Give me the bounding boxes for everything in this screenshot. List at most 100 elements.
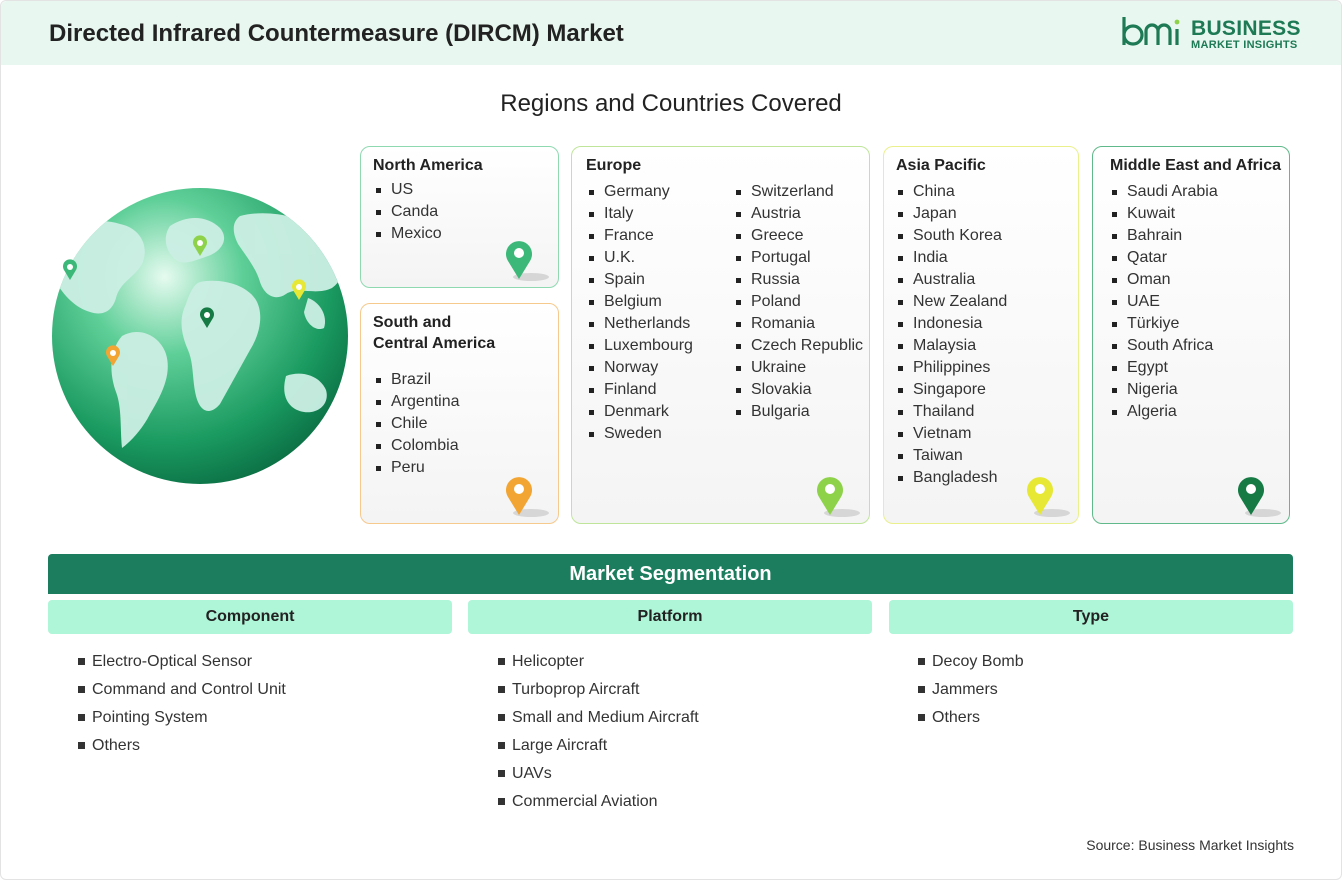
list-item: India (896, 247, 1007, 269)
list-item: Czech Republic (734, 335, 863, 357)
list-item: Poland (734, 291, 863, 313)
map-pin-icon (1027, 477, 1070, 517)
list-item: Slovakia (734, 379, 863, 401)
list-item: U.K. (587, 247, 693, 269)
list-item: Romania (734, 313, 863, 335)
card-title-middle-east-africa: Middle East and Africa (1110, 157, 1281, 174)
list-item: Spain (587, 269, 693, 291)
card-title-line: Central America (373, 335, 496, 352)
list-item: Thailand (896, 401, 1007, 423)
list-item: Algeria (1110, 401, 1218, 423)
list-item: Argentina (374, 391, 460, 413)
list-item: Qatar (1110, 247, 1218, 269)
list-item: Japan (896, 203, 1007, 225)
map-pin-icon (1238, 477, 1281, 517)
list-item: Kuwait (1110, 203, 1218, 225)
segment-heading-platform: Platform (468, 600, 872, 634)
list-item: Others (78, 732, 286, 760)
list-item: Command and Control Unit (78, 676, 286, 704)
list-item: Greece (734, 225, 863, 247)
brand-logo: BUSINESS MARKET INSIGHTS (1121, 15, 1301, 55)
list-item: Türkiye (1110, 313, 1218, 335)
list-item: Indonesia (896, 313, 1007, 335)
list-item: Colombia (374, 435, 460, 457)
list-item: Sweden (587, 423, 693, 445)
list-item: Others (918, 704, 1024, 732)
list-item: Ukraine (734, 357, 863, 379)
regions-title: Regions and Countries Covered (500, 90, 842, 117)
list-item: Russia (734, 269, 863, 291)
globe-illustration (52, 188, 348, 484)
list-item: Vietnam (896, 423, 1007, 445)
list-item: Nigeria (1110, 379, 1218, 401)
list-item: Mexico (374, 223, 442, 245)
list-item: US (374, 179, 442, 201)
card-north-america: North America US Canda Mexico (360, 146, 559, 288)
list-item: France (587, 225, 693, 247)
list-item: Malaysia (896, 335, 1007, 357)
map-pin-icon (506, 477, 549, 517)
card-title-asia-pacific: Asia Pacific (896, 157, 986, 174)
list-north-america: US Canda Mexico (374, 179, 442, 245)
market-segmentation-title: Market Segmentation (48, 554, 1293, 594)
list-item: Canda (374, 201, 442, 223)
segment-heading-type: Type (889, 600, 1293, 634)
list-item: Belgium (587, 291, 693, 313)
list-middle-east-africa: Saudi Arabia Kuwait Bahrain Qatar Oman U… (1110, 181, 1218, 423)
list-item: Chile (374, 413, 460, 435)
list-item: New Zealand (896, 291, 1007, 313)
page-title: Directed Infrared Countermeasure (DIRCM)… (49, 20, 624, 47)
list-item: Oman (1110, 269, 1218, 291)
list-item: Singapore (896, 379, 1007, 401)
segment-list-type: Decoy Bomb Jammers Others (918, 648, 1024, 732)
logo-text-business: BUSINESS (1191, 17, 1301, 40)
list-item: Netherlands (587, 313, 693, 335)
bmi-logo-icon (1122, 17, 1180, 46)
list-item: Switzerland (734, 181, 863, 203)
list-item: Australia (896, 269, 1007, 291)
list-item: Decoy Bomb (918, 648, 1024, 676)
list-item: Small and Medium Aircraft (498, 704, 699, 732)
list-item: China (896, 181, 1007, 203)
list-item: UAE (1110, 291, 1218, 313)
map-pin-icon (817, 477, 860, 517)
list-item: Bahrain (1110, 225, 1218, 247)
list-south-central-america: Brazil Argentina Chile Colombia Peru (374, 369, 460, 479)
logo-text-market-insights: MARKET INSIGHTS (1191, 39, 1298, 51)
list-item: Jammers (918, 676, 1024, 704)
list-item: Italy (587, 203, 693, 225)
list-item: Denmark (587, 401, 693, 423)
segment-heading-component: Component (48, 600, 452, 634)
segment-list-platform: Helicopter Turboprop Aircraft Small and … (498, 648, 699, 816)
map-pin-icon (506, 241, 549, 281)
card-europe: Europe Germany Italy France U.K. Spain B… (571, 146, 870, 524)
list-item: South Africa (1110, 335, 1218, 357)
list-item: South Korea (896, 225, 1007, 247)
card-title-north-america: North America (373, 157, 483, 174)
list-item: Bulgaria (734, 401, 863, 423)
list-item: Philippines (896, 357, 1007, 379)
list-item: Austria (734, 203, 863, 225)
list-item: Peru (374, 457, 460, 479)
list-item: Large Aircraft (498, 732, 699, 760)
list-item: Saudi Arabia (1110, 181, 1218, 203)
list-europe-col1: Germany Italy France U.K. Spain Belgium … (587, 181, 693, 445)
source-note: Source: Business Market Insights (1086, 837, 1294, 853)
list-europe-col2: Switzerland Austria Greece Portugal Russ… (734, 181, 863, 423)
header-bar: Directed Infrared Countermeasure (DIRCM)… (1, 1, 1341, 65)
list-item: UAVs (498, 760, 699, 788)
list-item: Taiwan (896, 445, 1007, 467)
list-asia-pacific: China Japan South Korea India Australia … (896, 181, 1007, 489)
list-item: Commercial Aviation (498, 788, 699, 816)
card-south-central-america: South and Central America Brazil Argenti… (360, 303, 559, 524)
list-item: Portugal (734, 247, 863, 269)
card-title-south-central-america: South and Central America (373, 312, 495, 354)
list-item: Norway (587, 357, 693, 379)
list-item: Luxembourg (587, 335, 693, 357)
card-asia-pacific: Asia Pacific China Japan South Korea Ind… (883, 146, 1079, 524)
list-item: Electro-Optical Sensor (78, 648, 286, 676)
card-title-line: South and (373, 314, 452, 331)
list-item: Brazil (374, 369, 460, 391)
list-item: Helicopter (498, 648, 699, 676)
list-item: Egypt (1110, 357, 1218, 379)
